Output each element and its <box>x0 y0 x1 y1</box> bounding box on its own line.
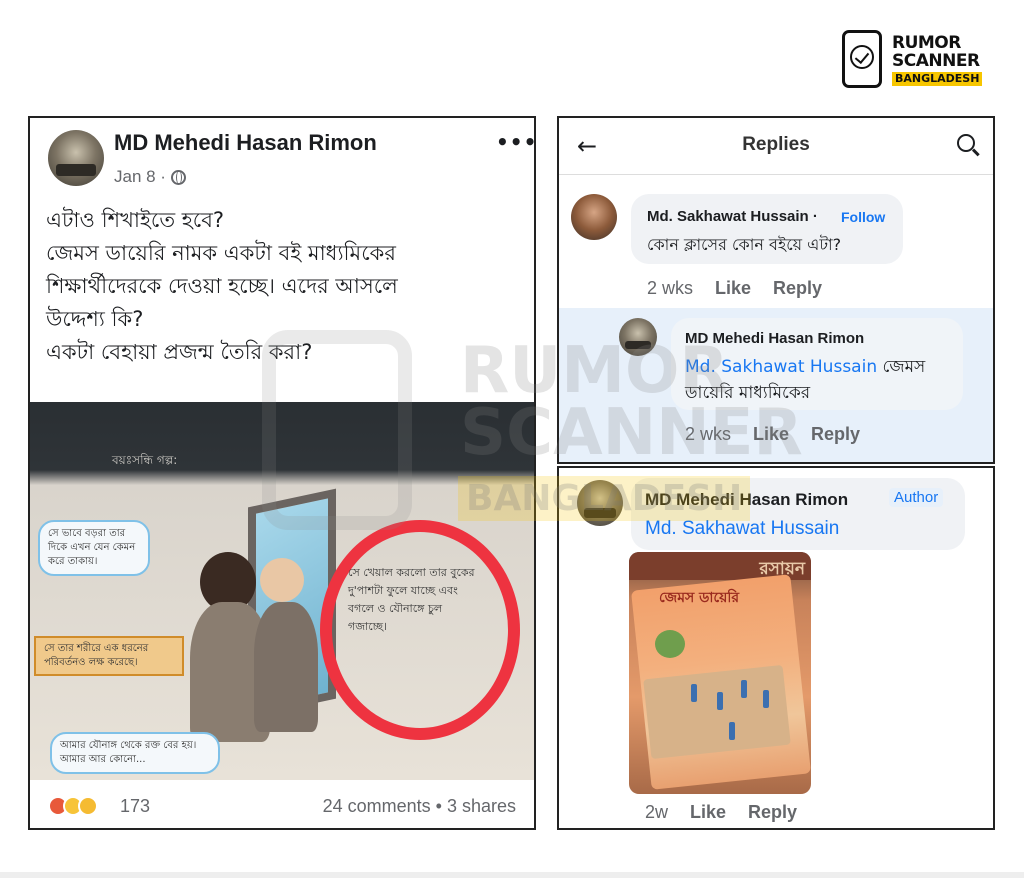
comment-author[interactable]: Md. Sakhawat Hussain · <box>647 208 818 225</box>
reflection-head-illustration <box>260 558 304 602</box>
globe-icon <box>170 169 186 185</box>
book-photo[interactable]: রসায়ন জেমস ডায়েরি <box>629 552 811 794</box>
sad-reaction-icon <box>78 796 98 816</box>
post-text-line: উদ্দেশ্য কি? <box>46 307 144 331</box>
reactions[interactable] <box>48 796 98 816</box>
more-options-icon[interactable]: ••• <box>496 130 534 154</box>
tree-illustration <box>655 630 685 658</box>
author-photo-reply: MD Mehedi Hasan Rimon Author Md. Sakhawa… <box>557 466 995 830</box>
arrow-caption: সে তার শরীরে এক ধরনের পরিবর্তনও লক্ষ করে… <box>34 636 184 676</box>
circled-text: সে খেয়াল করলো তার বুকের দু'পাশটা ফুলে য… <box>348 566 475 633</box>
reply-button[interactable]: Reply <box>748 802 797 823</box>
kid-illustration <box>729 722 735 740</box>
comments-shares-count[interactable]: 24 comments • 3 shares <box>323 796 516 817</box>
reply-time: 2 wks <box>685 424 732 444</box>
logo-text-scanner: SCANNER <box>892 51 980 71</box>
search-icon[interactable] <box>957 134 975 152</box>
post-author-name[interactable]: MD Mehedi Hasan Rimon <box>114 130 377 156</box>
post-date[interactable]: Jan 8 · <box>114 167 166 187</box>
thought-bubble-bottom: আমার যৌনাঙ্গ থেকে রক্ত বের হয়। আমার আর … <box>50 732 220 774</box>
kid-illustration <box>717 692 723 710</box>
reaction-count[interactable]: 173 <box>120 796 150 817</box>
avatar[interactable] <box>48 130 104 186</box>
phone-check-icon <box>842 30 882 88</box>
replies-panel: ← Replies Md. Sakhawat Hussain · Follow … <box>557 116 995 464</box>
post-image[interactable]: বয়ঃসন্ধি গল্প: সে ভাবে বড়রা তার দিকে এ… <box>30 402 534 780</box>
post-text-line: জেমস ডায়েরি নামক একটা বই মাধ্যমিকের <box>46 241 396 265</box>
commenter-avatar[interactable] <box>571 194 617 240</box>
kid-illustration <box>691 684 697 702</box>
kid-illustration <box>763 690 769 708</box>
reply-button[interactable]: Reply <box>773 278 822 299</box>
kid-illustration <box>741 680 747 698</box>
author-reply-time: 2w <box>645 802 669 822</box>
logo-text-bangladesh: BANGLADESH <box>892 72 983 86</box>
reply-avatar[interactable] <box>619 318 657 356</box>
author-badge: Author <box>889 488 944 507</box>
follow-button[interactable]: Follow <box>841 209 885 225</box>
post-footer: 173 24 comments • 3 shares <box>30 786 534 826</box>
post-meta: Jan 8 · <box>114 167 186 187</box>
comment-time: 2 wks <box>647 278 694 298</box>
reply-mention[interactable]: Md. Sakhawat Hussain <box>685 357 877 377</box>
post-text-line: শিক্ষার্থীদেরকে দেওয়া হচ্ছে। এদের আসলে <box>46 274 398 298</box>
post-text-line: এটাও শিখাইতে হবে? <box>46 208 225 232</box>
rumor-scanner-logo: RUMOR SCANNER BANGLADESH <box>842 30 992 90</box>
reply-text: Md. Sakhawat Hussain জেমস ডায়েরি মাধ্যম… <box>685 354 955 406</box>
author-avatar[interactable] <box>577 480 623 526</box>
image-heading: বয়ঃসন্ধি গল্প: <box>112 453 178 467</box>
thought-bubble-top: সে ভাবে বড়রা তার দিকে এখন যেন কেমন করে … <box>38 520 150 576</box>
replies-title: Replies <box>742 134 810 155</box>
reflection-body-illustration <box>254 602 318 732</box>
like-button[interactable]: Like <box>753 424 789 445</box>
reply-author[interactable]: MD Mehedi Hasan Rimon <box>685 330 864 347</box>
like-button[interactable]: Like <box>715 278 751 299</box>
logo-text-rumor: RUMOR <box>892 33 961 53</box>
post-text-line: একটা বেহায়া প্রজন্ম তৈরি করা? <box>46 340 313 364</box>
book-illustration <box>643 664 791 760</box>
comment-actions: 2 wks Like Reply <box>647 278 822 299</box>
reply-actions: 2 wks Like Reply <box>685 424 860 445</box>
replies-header: ← Replies <box>559 118 993 170</box>
comment-text: কোন ক্লাসের কোন বইয়ে এটা? <box>647 235 842 254</box>
divider <box>559 174 993 175</box>
reply-button[interactable]: Reply <box>811 424 860 445</box>
facebook-post: MD Mehedi Hasan Rimon Jan 8 · ••• এটাও শ… <box>28 116 536 830</box>
author-reply-actions: 2w Like Reply <box>645 802 797 823</box>
bottom-bar <box>0 872 1024 878</box>
like-button[interactable]: Like <box>690 802 726 823</box>
author-name[interactable]: MD Mehedi Hasan Rimon <box>645 490 848 510</box>
book-title: জেমস ডায়েরি <box>659 590 740 606</box>
author-reply-mention[interactable]: Md. Sakhawat Hussain <box>645 518 839 540</box>
post-text: এটাও শিখাইতে হবে? জেমস ডায়েরি নামক একটা… <box>46 204 526 369</box>
